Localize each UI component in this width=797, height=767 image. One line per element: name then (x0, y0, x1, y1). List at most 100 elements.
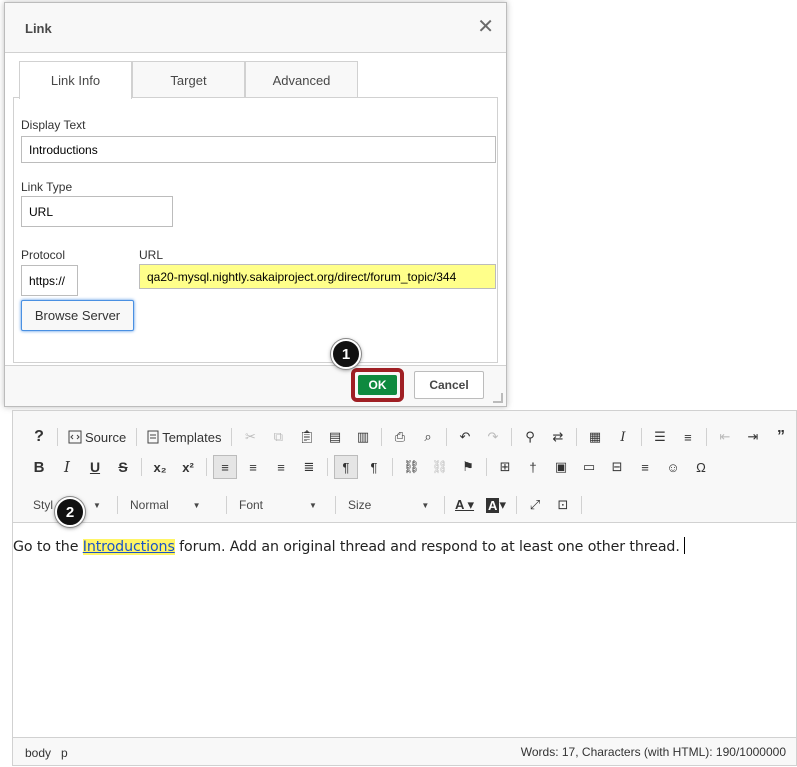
ok-button[interactable]: OK (358, 375, 397, 395)
chevron-down-icon: ▼ (421, 500, 430, 510)
path-body[interactable]: body (25, 746, 51, 760)
undo-icon[interactable]: ↶ (453, 425, 477, 449)
display-text-field[interactable]: Introductions (21, 136, 496, 163)
unlink-icon[interactable]: ⛓ (428, 455, 453, 479)
toolbar-separator (575, 428, 577, 446)
redo-icon[interactable]: ↷ (481, 425, 505, 449)
toolbar-separator (327, 458, 328, 476)
toolbar-separator (380, 428, 382, 446)
url-label: URL (139, 248, 164, 262)
content-text-after: forum. Add an original thread and respon… (174, 539, 680, 555)
movie-icon[interactable]: ▭ (577, 455, 601, 479)
editor-content[interactable]: Go to the Introductions forum. Add an or… (13, 525, 796, 739)
paste-word-icon[interactable]: ▥ (351, 425, 375, 449)
toolbar-row-2: B I U S x₂ x² ≡ ≡ ≡ ≣ ¶ ¶ ⛓ ⛓ ⚑ ⊞ † ▣ ▭ … (27, 453, 717, 481)
numbered-list-icon[interactable]: ☰ (648, 425, 672, 449)
help-button[interactable]: ? (27, 425, 51, 449)
toolbar-separator (392, 458, 393, 476)
toolbar-separator (445, 428, 447, 446)
tab-link-info[interactable]: Link Info (19, 61, 132, 99)
browse-server-button[interactable]: Browse Server (21, 300, 134, 331)
paste-icon[interactable]: 📋︎ (294, 425, 319, 449)
dialog-titlebar[interactable]: Link ✕ (5, 3, 506, 53)
cut-icon[interactable]: ✂ (238, 425, 262, 449)
smiley-icon[interactable]: ☺ (661, 455, 685, 479)
image-icon[interactable]: ▣ (549, 455, 573, 479)
toolbar-separator (444, 496, 445, 514)
superscript-button[interactable]: x² (176, 455, 200, 479)
subscript-button[interactable]: x₂ (148, 455, 172, 479)
dialog-title: Link (25, 21, 52, 36)
preview-icon[interactable]: ⌕ (416, 425, 440, 449)
align-right-icon[interactable]: ≡ (269, 455, 293, 479)
link-type-select[interactable]: URL (21, 196, 173, 227)
source-icon (68, 430, 82, 444)
toolbar-row-3: Styl ▼ Normal ▼ Font ▼ Size ▼ A ▾ A ▾ ⤢ … (27, 491, 588, 519)
print-icon[interactable]: ⎙ (388, 425, 412, 449)
cancel-button[interactable]: Cancel (414, 371, 484, 399)
underline-button[interactable]: U (83, 455, 107, 479)
italic-button[interactable]: I (55, 455, 79, 479)
bg-color-swatch: A (486, 497, 500, 513)
font-combo-label: Font (239, 498, 264, 512)
path-p[interactable]: p (61, 746, 68, 760)
toolbar-separator (510, 428, 512, 446)
close-icon[interactable]: ✕ (477, 17, 494, 37)
copy-icon[interactable]: ⧉ (266, 425, 290, 449)
cart-icon[interactable]: ⊞ (493, 455, 517, 479)
url-field[interactable]: qa20-mysql.nightly.sakaiproject.org/dire… (139, 264, 496, 289)
horizontal-rule-icon[interactable]: ≡ (633, 455, 657, 479)
source-button[interactable]: Source (64, 425, 130, 449)
indent-icon[interactable]: ⇥ (741, 425, 765, 449)
tab-target[interactable]: Target (132, 61, 245, 98)
text-color-icon[interactable]: A ▾ (451, 493, 478, 517)
maximize-icon[interactable]: ⤢ (523, 493, 547, 517)
align-center-icon[interactable]: ≡ (241, 455, 265, 479)
select-all-icon[interactable]: ▦ (583, 425, 607, 449)
replace-icon[interactable]: ⇄ (546, 425, 570, 449)
link-icon[interactable]: ⛓ (399, 455, 424, 479)
link-type-value: URL (29, 204, 54, 219)
strikethrough-button[interactable]: S (111, 455, 135, 479)
align-justify-icon[interactable]: ≣ (297, 455, 321, 479)
callout-badge-2: 2 (55, 497, 85, 527)
templates-button[interactable]: Templates (143, 425, 225, 449)
bold-button[interactable]: B (27, 455, 51, 479)
anchor-flag-icon[interactable]: ⚑ (456, 455, 480, 479)
toolbar-separator (136, 428, 138, 446)
omega-icon[interactable]: Ω (689, 455, 713, 479)
show-blocks-icon[interactable]: ⊡ (551, 493, 575, 517)
word-counter: Words: 17, Characters (with HTML): 190/1… (520, 745, 786, 759)
format-combo-label: Normal (130, 498, 169, 512)
ltr-icon[interactable]: ¶ (334, 455, 358, 479)
font-combo[interactable]: Font ▼ (233, 493, 333, 517)
toolbar-separator (117, 496, 118, 514)
link-type-label: Link Type (21, 180, 73, 194)
search-icon[interactable]: ⚲ (518, 425, 542, 449)
editor-statusbar: body p Words: 17, Characters (with HTML)… (13, 737, 796, 765)
special-link-icon[interactable]: † (521, 455, 545, 479)
size-combo[interactable]: Size ▼ (342, 493, 442, 517)
resize-grip-icon[interactable] (493, 393, 503, 403)
introductions-link[interactable]: Introductions (82, 539, 175, 555)
blockquote-icon[interactable]: ” (769, 425, 793, 449)
background-color-icon[interactable]: A ▾ (482, 493, 510, 517)
protocol-select[interactable]: https:// (21, 265, 78, 296)
ok-button-highlight: OK (351, 368, 404, 402)
align-left-icon[interactable]: ≡ (213, 455, 237, 479)
table-icon[interactable]: ⊟ (605, 455, 629, 479)
outdent-icon[interactable]: ⇤ (713, 425, 737, 449)
content-text-before: Go to the (13, 539, 83, 555)
tab-advanced[interactable]: Advanced (245, 61, 358, 98)
paste-text-icon[interactable]: ▤ (323, 425, 347, 449)
bulleted-list-icon[interactable]: ≡ (676, 425, 700, 449)
remove-format-icon[interactable]: I (611, 425, 635, 449)
toolbar-separator (57, 428, 58, 446)
styles-combo-label: Styl (33, 498, 54, 512)
toolbar-separator (486, 458, 488, 476)
chevron-down-icon: ▼ (192, 500, 201, 510)
protocol-value: https:// (29, 273, 66, 288)
toolbar-separator (335, 496, 336, 514)
rtl-icon[interactable]: ¶ (362, 455, 386, 479)
format-combo[interactable]: Normal ▼ (124, 493, 224, 517)
